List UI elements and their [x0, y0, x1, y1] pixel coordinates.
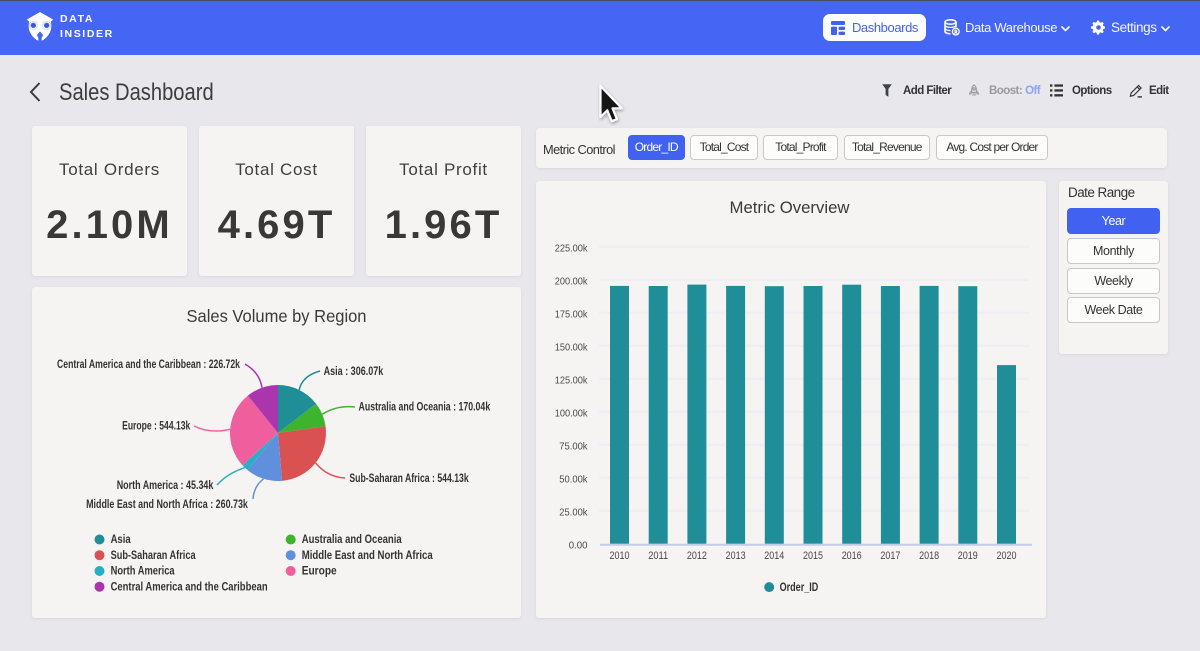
- svg-text:Central America and the Caribb: Central America and the Caribbean : 226.…: [57, 357, 240, 371]
- svg-text:Order_ID: Order_ID: [780, 580, 819, 594]
- svg-text:Central America and the Caribb: Central America and the Caribbean: [111, 581, 268, 593]
- svg-text:100.00k: 100.00k: [555, 408, 588, 420]
- svg-text:Europe : 544.13k: Europe : 544.13k: [122, 419, 190, 433]
- svg-text:2014: 2014: [764, 550, 784, 562]
- svg-text:Asia: Asia: [111, 534, 131, 546]
- svg-text:Sub-Saharan Africa: Sub-Saharan Africa: [111, 550, 196, 562]
- svg-text:150.00k: 150.00k: [555, 342, 588, 354]
- svg-text:0.00: 0.00: [569, 540, 588, 552]
- svg-text:25.00k: 25.00k: [559, 507, 588, 519]
- svg-text:2011: 2011: [648, 550, 668, 562]
- svg-text:2012: 2012: [687, 550, 707, 562]
- svg-text:200.00k: 200.00k: [555, 276, 588, 288]
- svg-text:50.00k: 50.00k: [559, 474, 588, 486]
- svg-text:2016: 2016: [842, 550, 862, 562]
- svg-text:125.00k: 125.00k: [555, 375, 588, 387]
- svg-text:Sub-Saharan Africa : 544.13k: Sub-Saharan Africa : 544.13k: [349, 471, 469, 485]
- svg-text:Asia : 306.07k: Asia : 306.07k: [324, 364, 384, 378]
- svg-text:75.00k: 75.00k: [559, 441, 588, 453]
- svg-text:Middle East and North Africa: Middle East and North Africa: [302, 550, 434, 562]
- svg-text:2018: 2018: [919, 550, 939, 562]
- svg-text:North America: North America: [111, 566, 175, 578]
- svg-text:Europe: Europe: [302, 566, 337, 578]
- svg-text:225.00k: 225.00k: [555, 243, 588, 255]
- svg-text:2017: 2017: [880, 550, 900, 562]
- svg-text:Australia and Oceania : 170.04: Australia and Oceania : 170.04k: [359, 399, 491, 413]
- svg-text:2020: 2020: [997, 550, 1017, 562]
- svg-text:North America : 45.34k: North America : 45.34k: [117, 478, 214, 492]
- svg-text:Australia and Oceania: Australia and Oceania: [302, 534, 402, 546]
- svg-text:Sales Volume by Region: Sales Volume by Region: [187, 306, 367, 326]
- svg-text:Middle East and North Africa :: Middle East and North Africa : 260.73k: [86, 497, 248, 511]
- svg-text:2010: 2010: [610, 550, 630, 562]
- svg-text:2019: 2019: [958, 550, 978, 562]
- svg-text:Metric Overview: Metric Overview: [730, 198, 851, 217]
- svg-text:2013: 2013: [726, 550, 746, 562]
- svg-text:175.00k: 175.00k: [555, 309, 588, 321]
- svg-text:2015: 2015: [803, 550, 823, 562]
